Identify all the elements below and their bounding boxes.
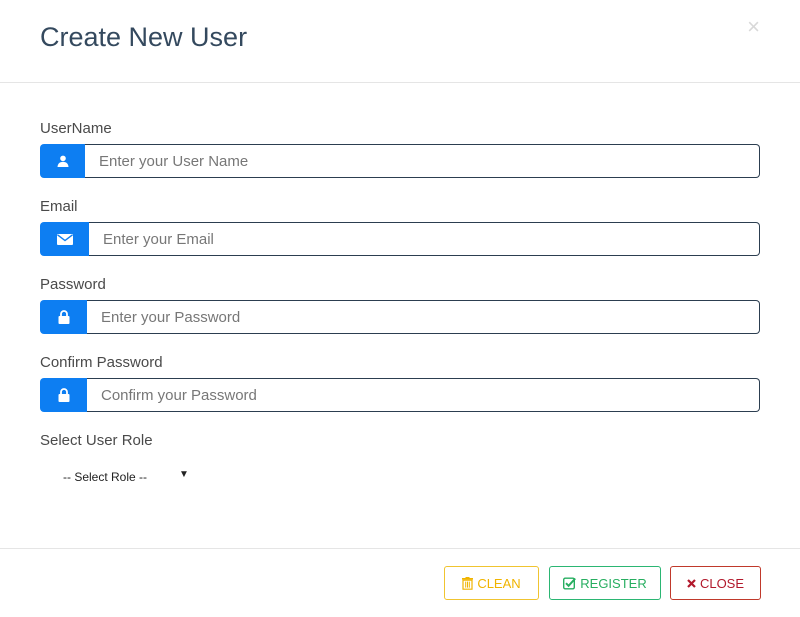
role-select[interactable]: -- Select Role -- ▼ [54, 466, 194, 488]
close-x-icon [687, 578, 696, 588]
lock-icon [40, 300, 87, 334]
modal-title: Create New User [40, 22, 248, 52]
caret-down-icon: ▼ [179, 469, 189, 480]
modal-header: Create New User × [0, 0, 800, 83]
trash-icon [462, 576, 474, 590]
lock-icon [40, 378, 87, 412]
role-label: Select User Role [40, 432, 153, 449]
register-button[interactable]: REGISTER [549, 566, 661, 600]
username-label: UserName [40, 120, 112, 137]
username-input-group [40, 144, 760, 178]
password-input[interactable] [87, 300, 760, 334]
clean-button-label: CLEAN [477, 575, 521, 591]
close-button-label: CLOSE [699, 575, 745, 591]
confirm-password-input[interactable] [87, 378, 760, 412]
user-icon [40, 144, 85, 178]
close-icon[interactable]: × [747, 14, 760, 40]
email-input-group [40, 222, 760, 256]
clean-button[interactable]: CLEAN [444, 566, 539, 600]
close-button[interactable]: CLOSE [670, 566, 761, 600]
envelope-icon [40, 222, 89, 256]
register-button-label: REGISTER [580, 575, 647, 591]
modal-footer: CLEAN REGISTER CLOSE [0, 548, 800, 617]
email-input[interactable] [89, 222, 760, 256]
confirm-password-label: Confirm Password [40, 354, 163, 371]
password-label: Password [40, 276, 106, 293]
email-label: Email [40, 198, 78, 215]
username-input[interactable] [85, 144, 760, 178]
confirm-password-input-group [40, 378, 760, 412]
check-square-icon [563, 577, 577, 589]
create-user-modal: Create New User × UserName Email [0, 0, 800, 617]
role-select-value: -- Select Role -- [63, 470, 148, 484]
password-input-group [40, 300, 760, 334]
